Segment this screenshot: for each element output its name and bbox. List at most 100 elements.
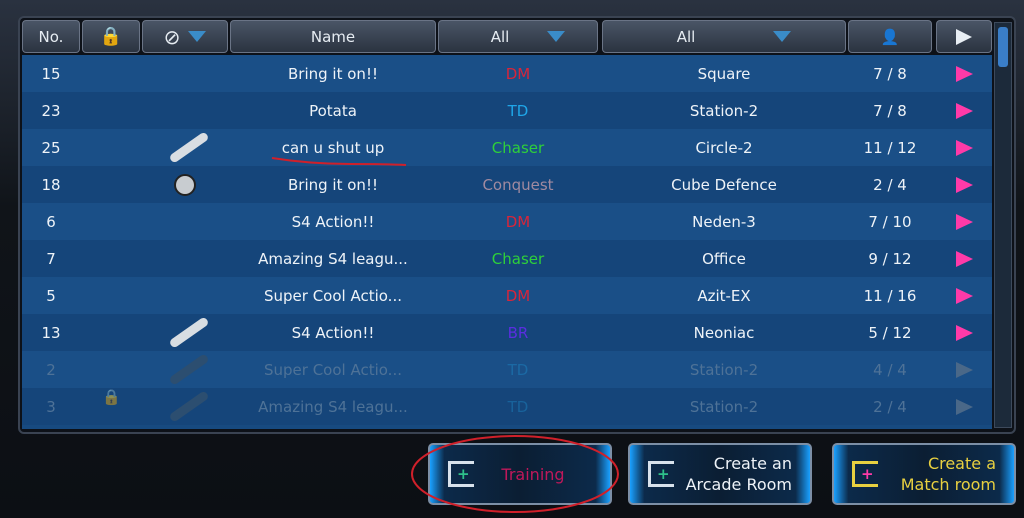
room-name: Bring it on!! (288, 175, 378, 194)
play-icon (955, 324, 973, 341)
join-room-button[interactable] (936, 314, 992, 351)
create-match-room-label: Create a Match room (900, 454, 996, 494)
mode-filter-value: All (490, 27, 510, 46)
scrollbar[interactable] (994, 22, 1012, 428)
person-icon: 👤 (880, 27, 900, 46)
header-players[interactable]: 👤 (848, 20, 932, 53)
room-number: 5 (46, 286, 56, 305)
room-mode: Chaser (491, 249, 545, 268)
wrench-icon (168, 316, 210, 349)
room-players: 7 / 10 (868, 212, 912, 231)
room-row[interactable]: 13 S4 Action!! BR Neoniac 5 / 12 (22, 314, 992, 351)
lock-icon: 🔒 (102, 388, 121, 406)
scrollbar-thumb[interactable] (998, 27, 1008, 67)
join-room-button[interactable] (936, 351, 992, 388)
room-map: Neden-3 (692, 212, 756, 231)
header-no[interactable]: No. (22, 20, 80, 53)
header-name[interactable]: Name (230, 20, 436, 53)
room-players: 7 / 8 (873, 64, 907, 83)
room-row[interactable]: 25 can u shut up Chaser Circle-2 11 / 12 (22, 129, 992, 166)
map-filter-dropdown[interactable]: All (602, 20, 846, 53)
room-map: Circle-2 (695, 138, 753, 157)
play-icon (955, 361, 973, 378)
join-room-button[interactable] (936, 92, 992, 129)
room-name: S4 Action!! (291, 212, 375, 231)
room-row[interactable]: 23 Potata TD Station-2 7 / 8 (22, 92, 992, 129)
room-row[interactable]: 3 🔒 Amazing S4 leagu... TD Station-2 2 / … (22, 388, 992, 425)
play-icon (955, 287, 973, 304)
chevron-down-icon (773, 31, 792, 42)
room-mode: Chaser (491, 138, 545, 157)
join-room-button[interactable] (936, 166, 992, 203)
wrench-icon (168, 353, 210, 386)
room-map: Office (702, 249, 746, 268)
room-map: Azit-EX (697, 286, 751, 305)
join-room-button[interactable] (936, 240, 992, 277)
room-number: 3 (46, 397, 56, 416)
room-mode: DM (505, 212, 531, 231)
play-icon (955, 176, 973, 193)
red-annotation-circle (411, 435, 619, 513)
room-row[interactable]: 5 Super Cool Actio... DM Azit-EX 11 / 16 (22, 277, 992, 314)
create-match-room-button[interactable]: + Create a Match room (832, 443, 1016, 505)
coin-icon (174, 174, 196, 196)
room-players: 5 / 12 (868, 323, 912, 342)
room-number: 7 (46, 249, 56, 268)
header-play[interactable] (936, 20, 992, 53)
mode-filter-dropdown[interactable]: All (438, 20, 598, 53)
room-map: Station-2 (689, 101, 759, 120)
room-number: 13 (41, 323, 61, 342)
room-number: 15 (41, 64, 61, 83)
room-players: 11 / 16 (863, 286, 917, 305)
room-mode: DM (505, 286, 531, 305)
room-row[interactable]: 7 Amazing S4 leagu... Chaser Office 9 / … (22, 240, 992, 277)
room-row[interactable]: 18 Bring it on!! Conquest Cube Defence 2… (22, 166, 992, 203)
room-name: Super Cool Actio... (264, 286, 402, 305)
wrench-icon (168, 390, 210, 423)
room-mode: TD (507, 360, 529, 379)
add-room-icon: + (648, 461, 674, 487)
room-name: Amazing S4 leagu... (258, 397, 408, 416)
add-room-icon: + (852, 461, 878, 487)
wrench-icon (168, 131, 210, 164)
room-mode: BR (507, 323, 529, 342)
room-players: 11 / 12 (863, 138, 917, 157)
room-map: Neoniac (693, 323, 755, 342)
room-players: 4 / 4 (873, 360, 907, 379)
room-number: 6 (46, 212, 56, 231)
join-room-button[interactable] (936, 55, 992, 92)
header-filter-dropdown[interactable]: ⊘ (142, 20, 228, 53)
room-players: 2 / 4 (873, 397, 907, 416)
create-arcade-room-button[interactable]: + Create an Arcade Room (628, 443, 812, 505)
room-name: Super Cool Actio... (264, 360, 402, 379)
red-annotation-underline (271, 157, 407, 166)
room-mode: TD (507, 397, 529, 416)
play-icon (956, 28, 972, 45)
header-no-label: No. (38, 27, 64, 46)
room-number: 18 (41, 175, 61, 194)
chevron-down-icon (188, 31, 207, 42)
room-mode: TD (507, 101, 529, 120)
room-list: 15 Bring it on!! DM Square 7 / 8 23 Pota… (22, 55, 992, 429)
join-room-button[interactable] (936, 388, 992, 425)
room-row[interactable]: 2 Super Cool Actio... TD Station-2 4 / 4 (22, 351, 992, 388)
room-row[interactable]: 6 S4 Action!! DM Neden-3 7 / 10 (22, 203, 992, 240)
room-number: 23 (41, 101, 61, 120)
room-name: Amazing S4 leagu... (258, 249, 408, 268)
room-map: Station-2 (689, 360, 759, 379)
join-room-button[interactable] (936, 203, 992, 240)
room-players: 7 / 8 (873, 101, 907, 120)
room-row[interactable]: 15 Bring it on!! DM Square 7 / 8 (22, 55, 992, 92)
no-entry-icon: ⊘ (163, 24, 181, 49)
room-number: 2 (46, 360, 56, 379)
room-name: Potata (309, 101, 357, 120)
lock-icon: 🔒 (99, 26, 123, 47)
join-room-button[interactable] (936, 277, 992, 314)
join-room-button[interactable] (936, 129, 992, 166)
room-map: Square (697, 64, 751, 83)
room-mode: Conquest (482, 175, 554, 194)
room-name: S4 Action!! (291, 323, 375, 342)
play-icon (955, 250, 973, 267)
header-lock[interactable]: 🔒 (82, 20, 140, 53)
header-name-label: Name (310, 27, 356, 46)
